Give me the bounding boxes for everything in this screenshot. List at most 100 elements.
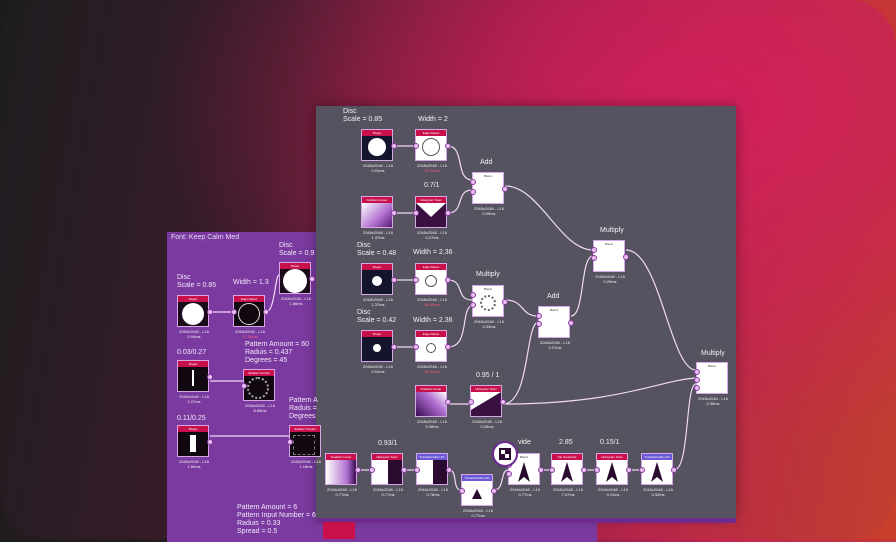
output-port[interactable] (207, 309, 213, 315)
input-port[interactable] (470, 302, 476, 308)
input-port[interactable] (506, 471, 512, 477)
input-port[interactable] (694, 385, 700, 391)
input-port[interactable] (413, 210, 419, 216)
output-port[interactable] (401, 467, 407, 473)
node-histogram-scan[interactable]: Histogram Scan 2048x2048 - L16 0.11ms (594, 453, 632, 497)
node-shape[interactable]: Shape 2048x2048 - L16 0.91ms (361, 129, 397, 173)
input-port[interactable] (694, 377, 700, 383)
label-ratio: 0.11/0.25 (177, 415, 206, 422)
node-time: 0.91ms (371, 168, 385, 173)
node-tile-generator[interactable]: Tile Generator 2048x2048 - L16 7.97ms (549, 453, 587, 497)
output-port[interactable] (391, 277, 397, 283)
node-splatter-circular[interactable]: Splatter Circular 2048x2048 - L16 8.65ms (241, 369, 275, 413)
input-port[interactable] (536, 321, 542, 327)
node-blend[interactable]: Blend 2048x2048 - L16 0.25ms (470, 172, 508, 216)
label-pattern-settings: Pattern Amount = 6 Pattern Input Number … (237, 504, 316, 535)
label-disc-scale: Disc Scale = 0.48 (357, 242, 397, 257)
output-port[interactable] (626, 467, 632, 473)
output-port[interactable] (502, 299, 508, 305)
label-add: Add (480, 159, 493, 166)
input-port[interactable] (594, 467, 600, 473)
node-histogram-scan[interactable]: Histogram Scan 2048x2048 - L16 0.26ms (468, 385, 506, 429)
output-port[interactable] (445, 277, 451, 283)
input-port[interactable] (639, 467, 645, 473)
label-disc-scale: Disc Scale = 0.85 (343, 108, 383, 123)
output-port[interactable] (568, 320, 574, 326)
input-port[interactable] (413, 143, 419, 149)
input-port[interactable] (413, 277, 419, 283)
node-shape[interactable]: Shape 2048x2048 - L16 1.37ms (361, 263, 397, 307)
output-port[interactable] (355, 467, 361, 473)
output-port[interactable] (445, 344, 451, 350)
node-partial[interactable] (323, 522, 355, 539)
node-blend[interactable]: Blend 2048x2048 - L16 0.27ms (536, 306, 574, 350)
node-transformation-2d[interactable]: Transformation 2D 2048x2048 - L16 0.77ms (459, 474, 497, 518)
input-port[interactable] (414, 467, 420, 473)
node-gradient-linear[interactable]: Gradient Linear 2048x2048 - L16 0.48ms (415, 385, 451, 429)
node-shape[interactable]: Shape 2048x2048 - L16 1.60ms (177, 425, 213, 469)
node-transformation-2d[interactable]: Transformation 2D 2048x2048 - L16 0.32ms (639, 453, 677, 497)
input-port[interactable] (413, 344, 419, 350)
node-histogram-scan[interactable]: Histogram Scan 2048x2048 - L16 0.77ms (369, 453, 407, 497)
input-port[interactable] (241, 383, 247, 389)
output-port[interactable] (491, 488, 497, 494)
output-port[interactable] (502, 186, 508, 192)
node-edge-detect[interactable]: Edge Detect 2048x2048 - L16 18.79ms (413, 129, 451, 173)
input-port[interactable] (694, 369, 700, 375)
input-port[interactable] (369, 467, 375, 473)
output-port[interactable] (263, 309, 269, 315)
node-gradient-linear[interactable]: Gradient Linear 2048x2048 - L16 0.77ms (325, 453, 361, 497)
output-port[interactable] (391, 210, 397, 216)
input-port[interactable] (459, 488, 465, 494)
node-shape[interactable]: Shape 2048x2048 - L16 1.07ms (177, 360, 213, 404)
output-port[interactable] (207, 439, 213, 445)
label-width: Width = 1.3 (233, 279, 269, 286)
node-shape[interactable]: Shape 2048x2048 - L16 0.94ms (177, 295, 213, 339)
node-edge-detect[interactable]: Edge Detect 2048x2048 - L16 18.65ms (413, 263, 451, 307)
output-port[interactable] (671, 467, 677, 473)
node-splatter-circular[interactable]: Splatter Circular 2048x2048 - L16 1.18ms (287, 425, 321, 469)
input-port[interactable] (470, 179, 476, 185)
node-blend[interactable]: Blend 2048x2048 - L16 0.33ms (470, 285, 508, 329)
node-blend[interactable]: Blend 2048x2048 - L16 0.36ms (694, 362, 728, 406)
label-ratio: 0.95 / 1 (476, 372, 500, 379)
node-edge-detect[interactable]: Edge Detect 2048x2048 - L16 17.06ms (231, 295, 269, 339)
input-port[interactable] (468, 399, 474, 405)
output-port[interactable] (445, 399, 451, 405)
input-port[interactable] (549, 467, 555, 473)
label-width: Width = 2 (418, 116, 448, 123)
label-multiply: Multiply (600, 227, 624, 234)
input-port[interactable] (470, 292, 476, 298)
input-port[interactable] (536, 313, 542, 319)
node-shape[interactable]: Shape 2048x2048 - L16 1.86ms (279, 262, 315, 306)
node-gradient-linear[interactable]: Gradient Linear 2048x2048 - L16 1.37ms (361, 196, 397, 240)
node-time: 1.86ms (289, 301, 303, 306)
output-port[interactable] (207, 374, 213, 380)
input-port[interactable] (231, 309, 237, 315)
node-shape[interactable]: Shape 2048x2048 - L16 0.91ms (361, 330, 397, 374)
output-port[interactable] (391, 344, 397, 350)
output-port[interactable] (446, 467, 452, 473)
output-port[interactable] (445, 143, 451, 149)
output-port[interactable] (623, 254, 629, 260)
input-port[interactable] (287, 439, 293, 445)
output-port[interactable] (445, 210, 451, 216)
output-port[interactable] (581, 467, 587, 473)
output-port[interactable] (309, 276, 315, 282)
label-ratio: 0.03/0.27 (177, 349, 207, 356)
node-blend[interactable]: Blend 2048x2048 - L16 0.29ms (591, 240, 629, 284)
node-time: 18.65ms (424, 369, 440, 374)
node-time: 0.91ms (371, 369, 385, 374)
label-ratio: 0.7/1 (424, 182, 440, 189)
node-edge-detect[interactable]: Edge Detect 2048x2048 - L16 18.65ms (413, 330, 451, 374)
node-histogram-scan[interactable]: Histogram Scan 2048x2048 - L16 0.27ms (413, 196, 451, 240)
node-time: 7.97ms (561, 492, 575, 497)
output-port[interactable] (500, 399, 506, 405)
node-transformation-2d[interactable]: Transformation 2D 2048x2048 - L16 0.76ms (414, 453, 452, 497)
input-port[interactable] (591, 255, 597, 261)
output-port[interactable] (538, 467, 544, 473)
input-port[interactable] (470, 189, 476, 195)
input-port[interactable] (591, 247, 597, 253)
output-port[interactable] (391, 143, 397, 149)
label-disc-scale: Disc Scale = 0.85 (177, 274, 217, 289)
